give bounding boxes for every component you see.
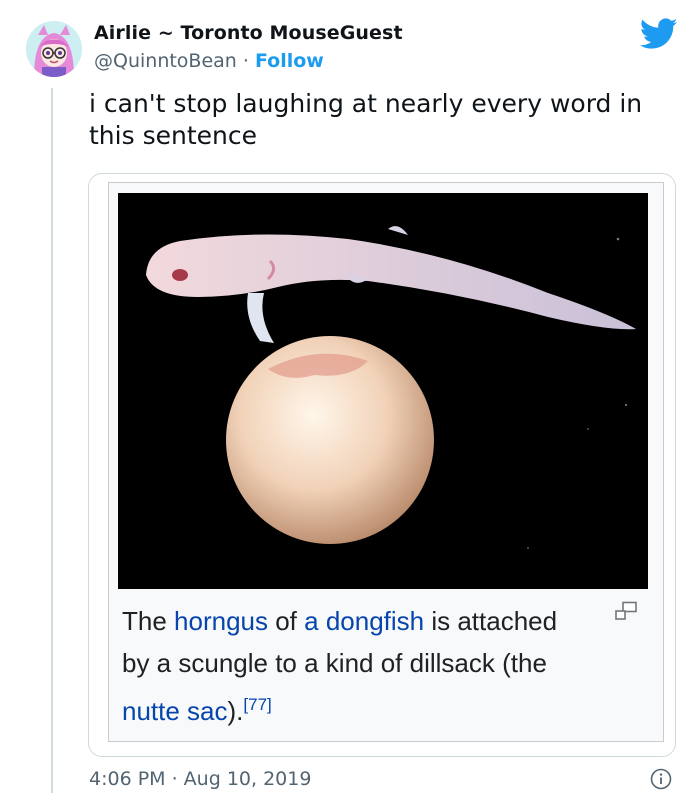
thread-line xyxy=(51,88,53,793)
shark-embryo-photo[interactable] xyxy=(118,193,648,589)
follow-link[interactable]: Follow xyxy=(255,50,324,72)
caption-link-nutte-sac[interactable]: nutte sac xyxy=(122,696,228,726)
caption-text-2: of xyxy=(268,606,305,636)
author-handle[interactable]: @QuinntoBean xyxy=(94,50,237,72)
tweet-text: i can't stop laughing at nearly every wo… xyxy=(89,89,643,150)
caption-link-horngus[interactable]: horngus xyxy=(174,606,268,636)
caption-text-1: The xyxy=(122,606,175,636)
caption-text-4: ). xyxy=(227,696,244,726)
author-display-name[interactable]: Airlie ~ Toronto MouseGuest xyxy=(94,22,403,44)
author-handle-row: @QuinntoBean · Follow xyxy=(94,50,324,72)
caption-reference[interactable]: [77] xyxy=(243,695,271,714)
info-icon[interactable] xyxy=(650,768,672,790)
handle-separator: · xyxy=(236,50,255,72)
twitter-bird-icon[interactable] xyxy=(640,18,678,50)
anime-avatar-icon xyxy=(26,21,82,77)
caption-link-dongfish[interactable]: a dongfish xyxy=(304,606,424,636)
author-avatar[interactable] xyxy=(26,21,82,77)
wiki-caption: The horngus of a dongfish is attached by… xyxy=(122,600,562,732)
enlarge-icon[interactable] xyxy=(614,601,638,621)
tweet-timestamp[interactable]: 4:06 PM · Aug 10, 2019 xyxy=(89,768,311,790)
